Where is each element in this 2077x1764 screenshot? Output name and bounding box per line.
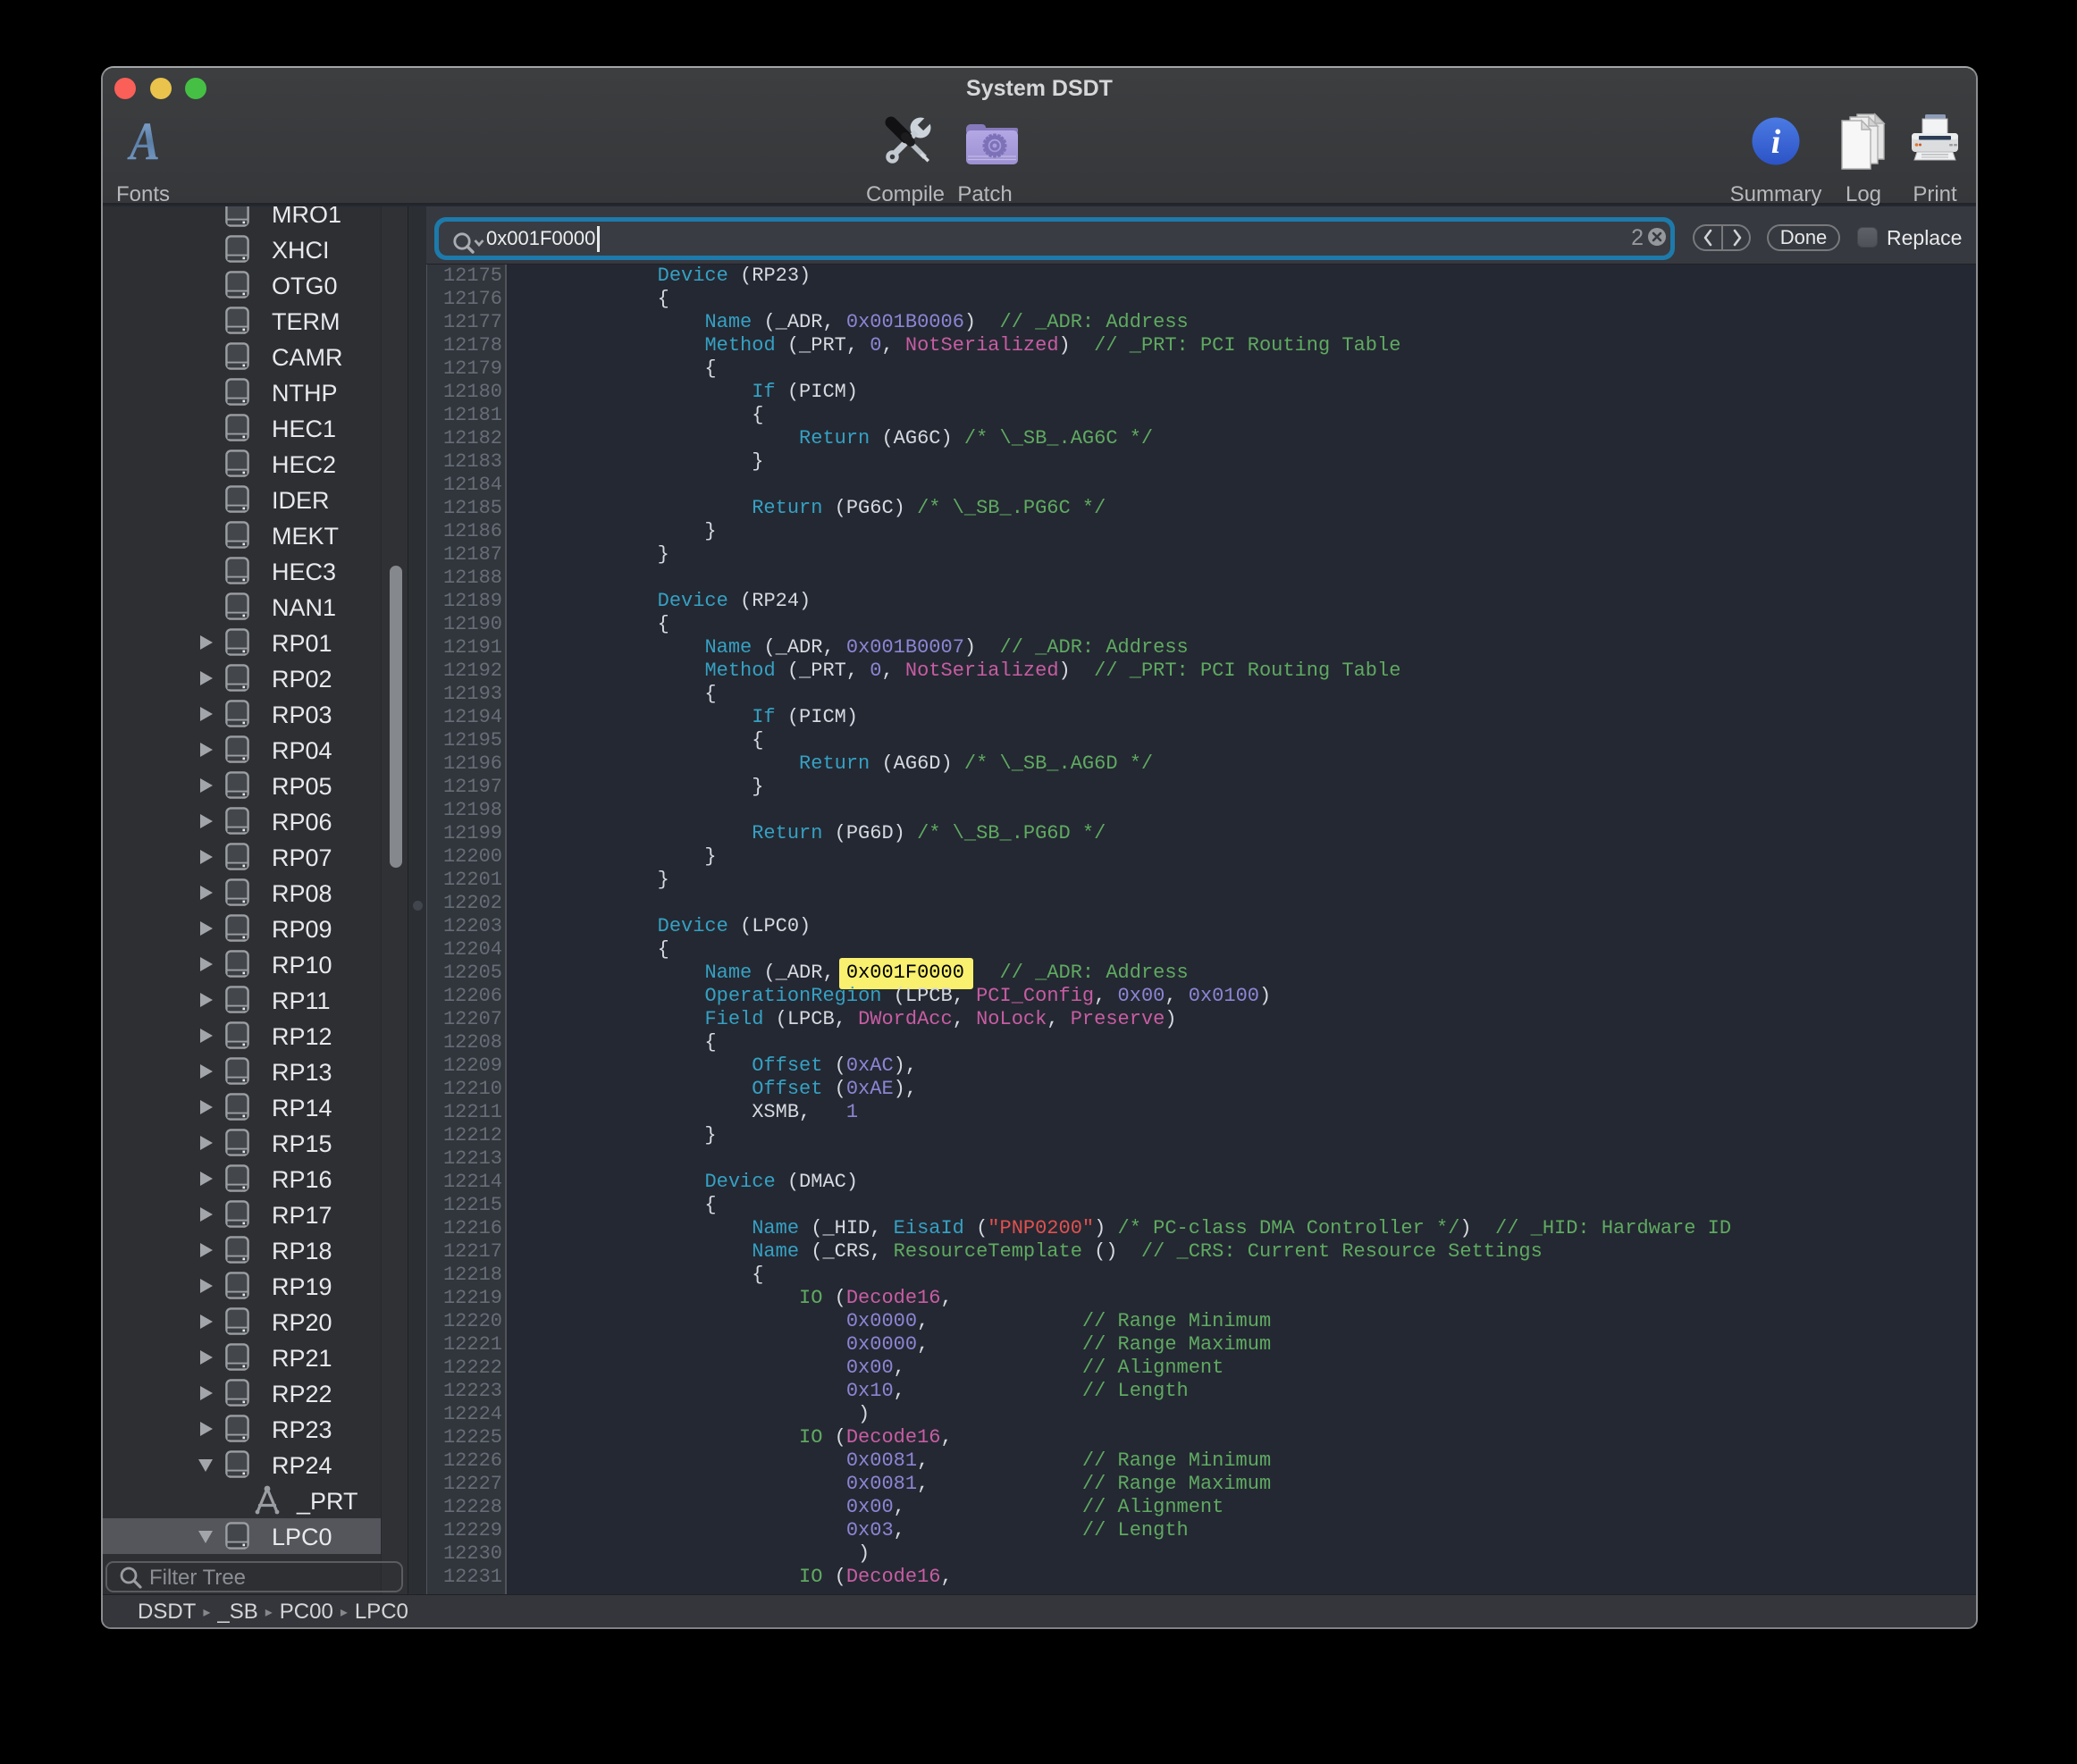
svg-text:A: A [127,117,160,165]
svg-text:i: i [1771,123,1781,161]
